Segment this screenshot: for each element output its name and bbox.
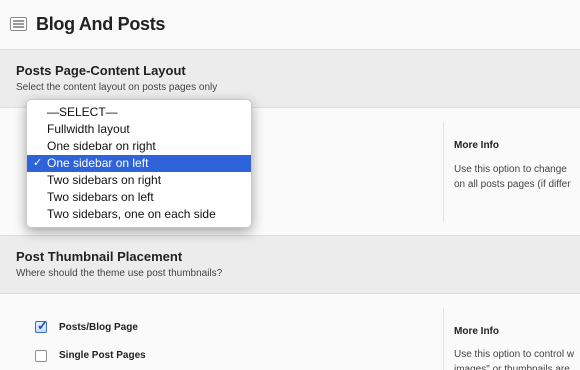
checkmark-icon: ✓ <box>37 318 48 333</box>
page-title: Blog And Posts <box>36 14 166 34</box>
layout-option[interactable]: —SELECT— <box>27 104 251 121</box>
layout-option[interactable]: Two sidebars on left <box>27 189 251 206</box>
single-post-pages-label: Single Post Pages <box>59 350 146 361</box>
checkmark-icon: ✓ <box>33 157 43 169</box>
layout-option[interactable]: One sidebar on right <box>27 138 251 155</box>
more-info-text: Use this option to change on all posts p… <box>454 164 571 190</box>
posts-blog-page-label: Posts/Blog Page <box>59 322 138 333</box>
section-header-thumbnail-placement: Post Thumbnail Placement Where should th… <box>0 236 580 294</box>
more-info-title: More Info <box>454 140 499 151</box>
document-icon <box>10 17 27 31</box>
layout-option[interactable]: Two sidebars, one on each side <box>27 206 251 223</box>
layout-option-selected[interactable]: ✓ One sidebar on left <box>27 155 251 172</box>
more-info-title: More Info <box>454 326 499 337</box>
posts-blog-page-checkbox[interactable]: ✓ <box>35 318 48 333</box>
section-description: Where should the theme use post thumbnai… <box>16 268 223 279</box>
layout-option[interactable]: Two sidebars on right <box>27 172 251 189</box>
layout-select-dropdown[interactable]: —SELECT— Fullwidth layout One sidebar on… <box>26 99 252 228</box>
panel-divider <box>443 308 444 370</box>
layout-option[interactable]: Fullwidth layout <box>27 121 251 138</box>
page-header: Blog And Posts <box>0 0 580 50</box>
section-title: Post Thumbnail Placement <box>16 249 183 264</box>
panel-divider <box>443 122 444 222</box>
single-post-pages-checkbox[interactable] <box>35 350 47 362</box>
section-description: Select the content layout on posts pages… <box>16 82 218 93</box>
more-info-text: Use this option to control w images" or … <box>454 349 575 370</box>
thumbnail-placement-panel: More Info Use this option to control w i… <box>0 294 580 370</box>
section-title: Posts Page-Content Layout <box>16 63 186 78</box>
